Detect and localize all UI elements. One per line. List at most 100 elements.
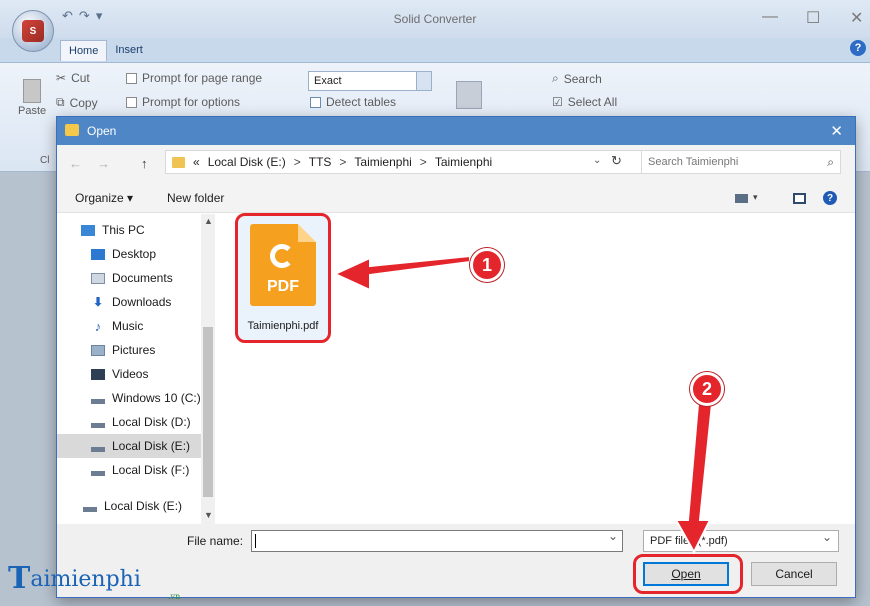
forward-arrow-icon[interactable]: → xyxy=(97,156,110,171)
back-arrow-icon[interactable]: ← xyxy=(69,156,82,171)
search-placeholder: Search Taimienphi xyxy=(648,156,739,168)
help-icon[interactable]: ? xyxy=(850,40,866,56)
nav-item-this-pc[interactable]: This PC xyxy=(57,218,201,242)
nav-item-local-disk-e[interactable]: Local Disk (E:) xyxy=(57,434,201,458)
scroll-up-icon[interactable]: ▲ xyxy=(204,216,213,226)
cut-button[interactable]: ✂ Cut xyxy=(56,71,90,85)
office-button[interactable]: S xyxy=(12,10,54,52)
breadcrumb-separator: > xyxy=(419,155,427,169)
music-icon: ♪ xyxy=(94,318,102,334)
nav-item-downloads[interactable]: ⬇ Downloads xyxy=(57,290,201,314)
search-button[interactable]: ⌕ Search xyxy=(552,71,602,86)
search-label: Search xyxy=(563,71,602,86)
nav-item-label: This PC xyxy=(102,223,145,237)
nav-item-documents[interactable]: Documents xyxy=(57,266,201,290)
nav-item-local-disk-e-network[interactable]: Local Disk (E:) xyxy=(57,494,201,518)
cancel-button[interactable]: Cancel xyxy=(751,562,837,586)
nav-item-label: Local Disk (E:) xyxy=(112,439,191,453)
prompt-page-range-checkbox[interactable]: Prompt for page range xyxy=(126,71,262,85)
maximize-button[interactable]: ☐ xyxy=(806,8,820,28)
select-all-icon: ☑ xyxy=(552,95,563,109)
ribbon-tabs: Home Insert xyxy=(60,40,151,61)
file-type-select[interactable]: PDF files (*.pdf) xyxy=(643,530,839,552)
binoculars-icon: ⌕ xyxy=(552,71,559,85)
checkbox-icon xyxy=(126,72,137,84)
breadcrumb-taimienphi-current[interactable]: Taimienphi xyxy=(435,155,492,169)
nav-item-label: Local Disk (E:) xyxy=(104,499,183,513)
desktop-icon xyxy=(91,248,105,260)
search-input[interactable]: Search Taimienphi ⌕ xyxy=(641,150,841,174)
mode-combo[interactable]: Exact xyxy=(308,71,432,91)
select-all-label: Select All xyxy=(567,95,618,109)
paste-button[interactable]: Paste xyxy=(18,79,46,117)
address-row: ← → ↑ « Local Disk (E:) > TTS > Taimienp… xyxy=(57,145,855,183)
convert-icon[interactable] xyxy=(456,81,482,109)
pictures-icon xyxy=(91,344,105,356)
breadcrumb-local-disk-e[interactable]: Local Disk (E:) xyxy=(208,155,286,169)
search-icon: ⌕ xyxy=(827,155,834,169)
nav-item-label: Videos xyxy=(112,367,149,381)
preview-pane-icon[interactable] xyxy=(793,193,806,204)
prompt-options-checkbox[interactable]: Prompt for options xyxy=(126,95,240,109)
breadcrumb-taimienphi[interactable]: Taimienphi xyxy=(354,155,411,169)
nav-item-label: Documents xyxy=(112,271,173,285)
up-arrow-icon[interactable]: ↑ xyxy=(141,156,148,171)
file-name-input[interactable] xyxy=(251,529,623,552)
nav-item-desktop[interactable]: Desktop xyxy=(57,242,201,266)
dialog-close-button[interactable]: ✕ xyxy=(830,122,843,140)
copy-icon: ⧉ xyxy=(56,95,65,109)
select-all-button[interactable]: ☑ Select All xyxy=(552,95,617,109)
dialog-toolbar: Organize ▾ New folder ▾ ? xyxy=(57,183,855,213)
dialog-footer: File name: PDF files (*.pdf) Open Cancel xyxy=(57,524,855,597)
nav-item-windows-c[interactable]: Windows 10 (C:) xyxy=(57,386,201,410)
breadcrumb-separator: > xyxy=(293,155,301,169)
drive-icon xyxy=(91,416,105,428)
navigation-pane: This PC Desktop Documents ⬇ Downloads ♪ … xyxy=(57,214,215,524)
open-button[interactable]: Open xyxy=(643,562,729,586)
new-folder-button[interactable]: New folder xyxy=(167,191,224,205)
dialog-folder-icon xyxy=(65,124,79,136)
app-close-button[interactable]: ✕ xyxy=(850,8,863,28)
view-options-icon[interactable] xyxy=(735,194,748,203)
dialog-help-icon[interactable]: ? xyxy=(823,191,837,205)
nav-item-local-disk-f[interactable]: Local Disk (F:) xyxy=(57,458,201,482)
pdf-file-icon: PDF xyxy=(250,224,316,306)
nav-item-label: Pictures xyxy=(112,343,156,357)
scissors-icon: ✂ xyxy=(56,71,67,85)
tab-home[interactable]: Home xyxy=(60,40,108,61)
file-name-field-label: File name: xyxy=(187,534,244,548)
nav-item-local-disk-d[interactable]: Local Disk (D:) xyxy=(57,410,201,434)
address-dropdown-icon[interactable]: ⌄ xyxy=(593,155,601,166)
checkbox-checked-icon xyxy=(310,96,321,108)
monitor-icon xyxy=(81,224,95,236)
breadcrumb-separator: > xyxy=(339,155,347,169)
videos-icon xyxy=(91,368,105,380)
copy-button[interactable]: ⧉ Copy xyxy=(56,95,98,110)
nav-scroll-thumb[interactable] xyxy=(203,327,213,497)
checkbox-icon xyxy=(126,96,137,108)
nav-item-music[interactable]: ♪ Music xyxy=(57,314,201,338)
detect-tables-checkbox[interactable]: Detect tables xyxy=(310,95,396,109)
documents-icon xyxy=(91,272,105,284)
pdf-type-label: PDF xyxy=(267,278,299,295)
breadcrumb-tts[interactable]: TTS xyxy=(309,155,332,169)
file-item-pdf[interactable]: PDF Taimienphi.pdf xyxy=(235,213,331,343)
refresh-icon[interactable]: ↻ xyxy=(611,153,622,169)
watermark-text: aimienphi xyxy=(30,567,141,592)
minimize-button[interactable]: — xyxy=(762,8,778,26)
nav-item-pictures[interactable]: Pictures xyxy=(57,338,201,362)
tab-insert[interactable]: Insert xyxy=(107,40,151,61)
text-caret xyxy=(255,534,256,548)
breadcrumb-overflow[interactable]: « xyxy=(193,155,200,169)
dialog-titlebar: Open ✕ xyxy=(57,117,855,145)
address-bar[interactable]: « Local Disk (E:) > TTS > Taimienphi > T… xyxy=(165,150,651,174)
organize-button[interactable]: Organize ▾ xyxy=(75,191,133,205)
nav-item-videos[interactable]: Videos xyxy=(57,362,201,386)
paste-label: Paste xyxy=(18,105,47,117)
file-name-label: Taimienphi.pdf xyxy=(247,320,319,332)
nav-item-label: Local Disk (D:) xyxy=(112,415,191,429)
nav-item-label: Music xyxy=(112,319,144,333)
view-dropdown-icon[interactable]: ▾ xyxy=(753,192,758,203)
drive-icon xyxy=(91,440,105,452)
scroll-down-icon[interactable]: ▼ xyxy=(204,510,213,520)
